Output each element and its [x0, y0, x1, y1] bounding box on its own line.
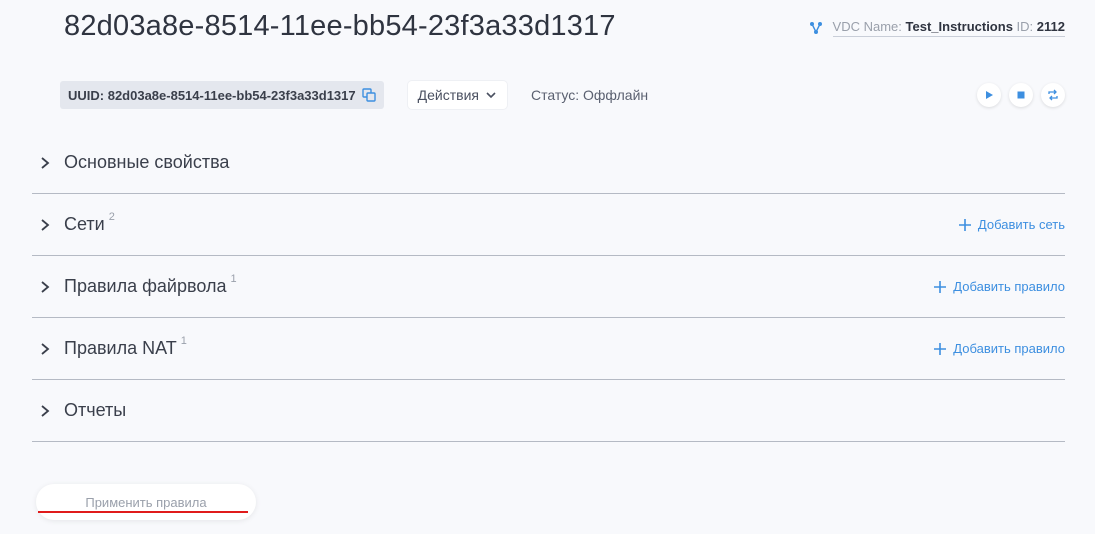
chevron-right-icon	[41, 404, 50, 417]
uuid-text: UUID: 82d03a8e-8514-11ee-bb54-23f3a33d13…	[68, 87, 356, 103]
vdc-name-value: Test_Instructions	[905, 19, 1013, 34]
section-label: Правила NAT	[64, 338, 177, 358]
section-label: Отчеты	[64, 400, 127, 420]
add-nat-rule-label: Добавить правило	[953, 341, 1065, 356]
status-text: Статус: Оффлайн	[530, 87, 649, 103]
chevron-right-icon	[41, 218, 50, 231]
add-nat-rule-button[interactable]: Добавить правило	[933, 341, 1065, 356]
plus-icon	[958, 218, 971, 231]
vdc-info: VDC Name: Test_Instructions ID: 2112	[809, 19, 1065, 37]
actions-dropdown[interactable]: Действия	[407, 81, 507, 109]
vdc-id-label: ID:	[1016, 19, 1034, 34]
play-icon	[986, 91, 993, 99]
restart-button[interactable]	[1041, 83, 1065, 107]
section-reports[interactable]: Отчеты	[32, 380, 1065, 442]
power-controls	[977, 83, 1065, 107]
chevron-right-icon	[41, 156, 50, 169]
section-nat-rules[interactable]: Правила NAT 1 Добавить правило	[32, 318, 1065, 380]
vdc-id-value: 2112	[1036, 19, 1065, 34]
copy-icon[interactable]	[361, 88, 376, 102]
add-firewall-rule-label: Добавить правило	[953, 279, 1065, 294]
section-count: 1	[230, 272, 237, 285]
section-count: 1	[180, 334, 187, 347]
apply-rules-label: Применить правила	[85, 494, 207, 510]
vdc-name-link[interactable]: VDC Name: Test_Instructions ID: 2112	[832, 19, 1065, 37]
stop-button[interactable]	[1009, 83, 1033, 107]
chevron-down-icon	[486, 92, 496, 99]
uuid-badge: UUID: 82d03a8e-8514-11ee-bb54-23f3a33d13…	[60, 81, 384, 109]
sections-list: Основные свойства Сети 2 Добавить сеть П…	[32, 132, 1065, 442]
add-network-button[interactable]: Добавить сеть	[958, 217, 1065, 232]
network-icon	[809, 22, 822, 34]
toolbar: UUID: 82d03a8e-8514-11ee-bb54-23f3a33d13…	[60, 81, 1065, 109]
stop-icon	[1017, 91, 1025, 99]
section-firewall-rules[interactable]: Правила файрвола 1 Добавить правило	[32, 256, 1065, 318]
apply-rules-button[interactable]: Применить правила	[36, 484, 256, 520]
section-networks[interactable]: Сети 2 Добавить сеть	[32, 194, 1065, 256]
chevron-right-icon	[41, 280, 50, 293]
section-label: Основные свойства	[64, 152, 230, 172]
plus-icon	[934, 342, 947, 355]
restart-icon	[1048, 89, 1058, 101]
section-label: Сети	[64, 214, 105, 234]
highlight-underline	[38, 511, 248, 513]
chevron-right-icon	[41, 342, 50, 355]
actions-label: Действия	[417, 87, 479, 103]
vdc-name-label: VDC Name:	[832, 19, 902, 34]
add-firewall-rule-button[interactable]: Добавить правило	[933, 279, 1065, 294]
section-count: 2	[108, 210, 115, 223]
section-basic-properties[interactable]: Основные свойства	[32, 132, 1065, 194]
page-title: 82d03a8e-8514-11ee-bb54-23f3a33d1317	[64, 10, 616, 42]
plus-icon	[934, 280, 947, 293]
add-network-label: Добавить сеть	[977, 217, 1065, 232]
start-button[interactable]	[977, 83, 1001, 107]
section-label: Правила файрвола	[64, 276, 227, 296]
